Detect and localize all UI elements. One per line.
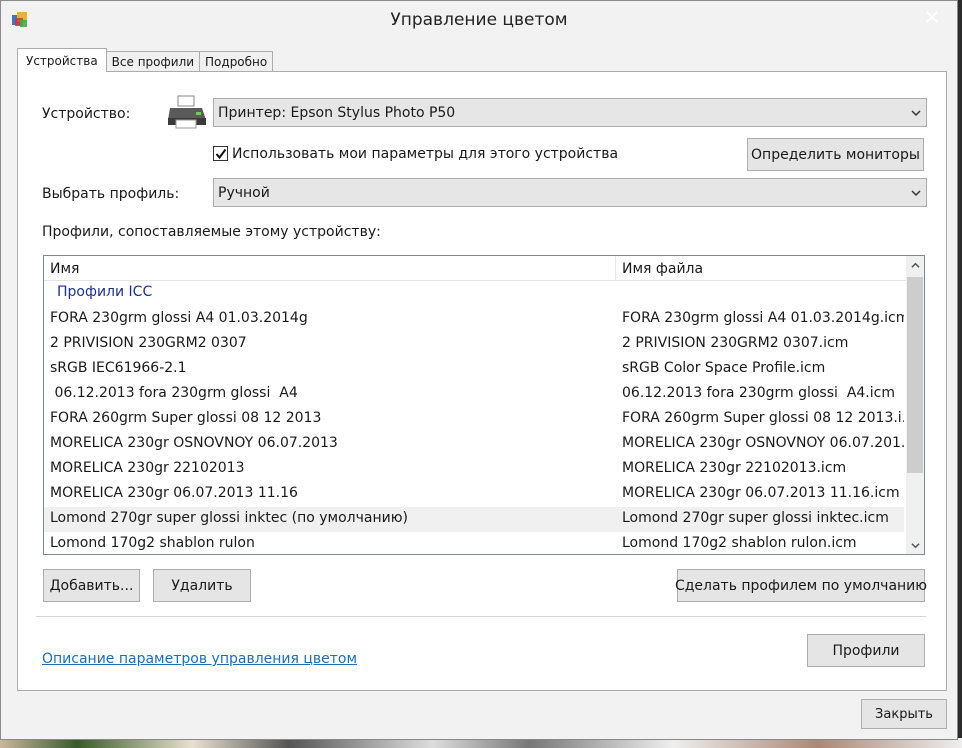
profile-file: FORA 230grm glossi A4 01.03.2014g.icm [622,310,904,326]
scroll-up-button[interactable] [906,256,924,274]
tab-strip: Устройства Все профили Подробно [17,48,274,72]
list-item[interactable]: Lomond 170g2 shablon rulon Lomond 170g2 s… [44,532,904,554]
column-header-name[interactable]: Имя [44,256,615,281]
vertical-scrollbar[interactable] [906,256,924,554]
group-header-icc: Профили ICC [57,284,153,300]
profile-name: MORELICA 230gr OSNOVNOY 06.07.2013 [50,435,338,451]
profile-file: 06.12.2013 fora 230grm glossi A4.icm [622,385,895,401]
chevron-down-icon [911,109,921,116]
profile-file: Lomond 270gr super glossi inktec.icm [622,510,889,526]
list-item[interactable]: 06.12.2013 fora 230grm glossi A4 06.12.20… [44,382,904,407]
profile-file: Lomond 170g2 shablon rulon.icm [622,535,857,551]
printer-icon [168,95,206,129]
checkmark-icon [215,148,226,159]
identify-monitors-button[interactable]: Определить мониторы [747,138,924,171]
remove-button[interactable]: Удалить [153,569,251,602]
chevron-up-icon [910,262,920,268]
profile-name: Lomond 270gr super glossi inktec (по умо… [50,510,408,526]
add-button[interactable]: Добавить... [43,569,140,602]
profile-name: MORELICA 230gr 22102013 [50,460,245,476]
tab-advanced[interactable]: Подробно [199,51,274,72]
device-select[interactable]: Принтер: Epson Stylus Photo P50 [213,98,927,127]
title-bar: Управление цветом [1,1,957,41]
device-select-value: Принтер: Epson Stylus Photo P50 [218,104,456,121]
profile-file: FORA 260grm Super glossi 08 12 2013.i... [622,410,904,426]
list-header: Имя Имя файла [44,256,906,281]
tab-all-profiles[interactable]: Все профили [105,51,201,72]
devices-tab-panel: Устройство: Принтер: Epson Stylus Photo … [17,71,947,691]
list-item[interactable]: MORELICA 230gr OSNOVNOY 06.07.2013 MORELI… [44,432,904,457]
use-my-settings-checkbox[interactable] [213,146,228,161]
list-item[interactable]: sRGB IEC61966-2.1 sRGB Color Space Profil… [44,357,904,382]
profile-name: MORELICA 230gr 06.07.2013 11.16 [50,485,298,501]
profile-file: MORELICA 230gr OSNOVNOY 06.07.201... [622,435,904,451]
chevron-down-icon [910,542,920,548]
profiles-button[interactable]: Профили [807,634,925,667]
close-button[interactable]: Закрыть [861,699,947,729]
tab-devices[interactable]: Устройства [17,48,107,72]
column-header-filename[interactable]: Имя файла [616,256,906,281]
profile-select[interactable]: Ручной [213,178,927,207]
profile-file: MORELICA 230gr 22102013.icm [622,460,847,476]
profile-name: sRGB IEC61966-2.1 [50,360,187,376]
profile-select-value: Ручной [218,184,270,201]
color-management-window: Управление цветом Устройства Все профили… [0,0,958,740]
profile-name: 06.12.2013 fora 230grm glossi A4 [50,385,298,401]
list-item[interactable]: 2 PRIVISION 230GRM2 0307 2 PRIVISION 230G… [44,332,904,357]
close-icon [925,11,938,23]
help-link[interactable]: Описание параметров управления цветом [42,651,357,667]
use-my-settings-label: Использовать мои параметры для этого уст… [232,146,619,162]
device-label: Устройство: [42,106,131,122]
chevron-down-icon [911,189,921,196]
list-item-selected[interactable]: Lomond 270gr super glossi inktec (по умо… [44,507,904,532]
scroll-down-button[interactable] [906,536,924,554]
profile-name: FORA 230grm glossi A4 01.03.2014g [50,310,308,326]
set-default-profile-button[interactable]: Сделать профилем по умолчанию [675,569,927,602]
profiles-list[interactable]: Имя Имя файла Профили ICC FORA 230grm gl… [43,255,925,555]
profile-name: Lomond 170g2 shablon rulon [50,535,255,551]
list-item[interactable]: FORA 260grm Super glossi 08 12 2013 FORA … [44,407,904,432]
profiles-list-caption: Профили, сопоставляемые этому устройству… [42,224,381,240]
list-item[interactable]: MORELICA 230gr 06.07.2013 11.16 MORELICA … [44,482,904,507]
profile-file: sRGB Color Space Profile.icm [622,360,826,376]
profile-name: FORA 260grm Super glossi 08 12 2013 [50,410,322,426]
divider [36,616,926,617]
window-title: Управление цветом [390,10,568,30]
profile-select-label: Выбрать профиль: [42,186,180,202]
profile-name: 2 PRIVISION 230GRM2 0307 [50,335,247,351]
profile-file: MORELICA 230gr 06.07.2013 11.16.icm [622,485,900,501]
list-item[interactable]: MORELICA 230gr 22102013 MORELICA 230gr 22… [44,457,904,482]
scroll-thumb[interactable] [907,277,923,473]
profile-file: 2 PRIVISION 230GRM2 0307.icm [622,335,849,351]
list-item[interactable]: FORA 230grm glossi A4 01.03.2014g FORA 23… [44,307,904,332]
window-close-button[interactable] [909,2,954,32]
